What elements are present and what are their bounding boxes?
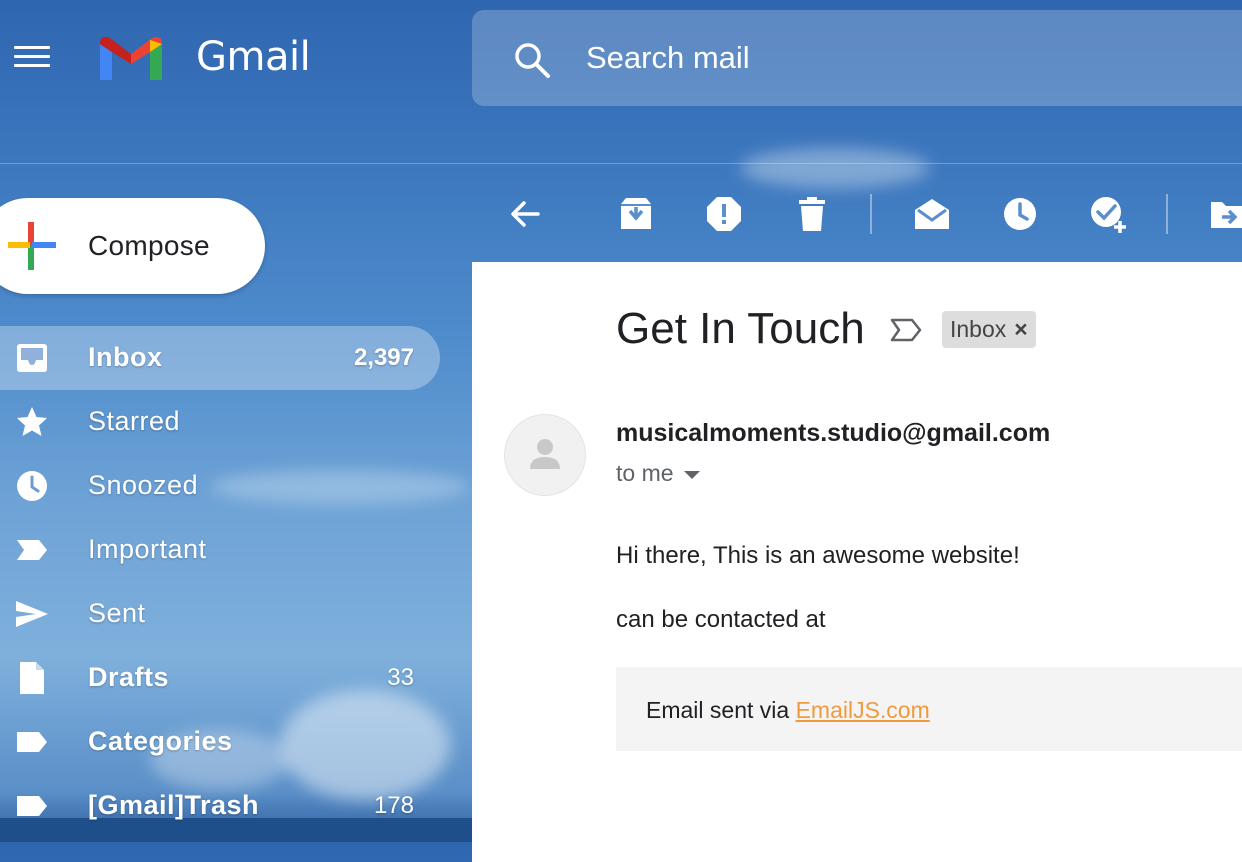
snooze-icon[interactable] <box>1000 194 1040 234</box>
clock-icon <box>17 471 47 501</box>
sender-avatar[interactable] <box>504 414 586 496</box>
app-name: Gmail <box>196 34 311 80</box>
draft-count: 33 <box>387 664 414 691</box>
gmail-logo-icon <box>100 36 162 80</box>
sidebar-item-label: Drafts <box>88 662 170 692</box>
toolbar-divider <box>1166 194 1168 234</box>
message-view: Get In Touch Inbox × musicalmoments.studi… <box>472 262 1242 862</box>
search-input[interactable]: Search mail <box>586 40 750 76</box>
plus-icon <box>8 222 56 270</box>
sidebar-item-trash[interactable]: [Gmail]Trash 178 <box>0 774 472 838</box>
sidebar-item-inbox[interactable]: Inbox 2,397 <box>0 326 440 390</box>
sidebar-item-drafts[interactable]: Drafts 33 <box>0 646 472 710</box>
delete-icon[interactable] <box>792 194 832 234</box>
sidebar-item-label: [Gmail]Trash <box>88 790 260 820</box>
recipient-text: to me <box>616 460 674 486</box>
sidebar-item-sent[interactable]: Sent <box>0 582 472 646</box>
search-bar[interactable]: Search mail <box>472 10 1242 106</box>
add-to-tasks-icon[interactable] <box>1088 194 1128 234</box>
mark-unread-icon[interactable] <box>912 194 952 234</box>
move-to-icon[interactable] <box>1208 194 1242 234</box>
important-marker-icon[interactable] <box>890 318 922 342</box>
message-body-line: Hi there, This is an awesome website! <box>616 542 1020 569</box>
sidebar-item-categories[interactable]: Categories <box>0 710 472 774</box>
recipient-details-toggle[interactable]: to me <box>616 460 700 487</box>
sidebar-item-starred[interactable]: Starred <box>0 390 472 454</box>
compose-label: Compose <box>88 230 210 261</box>
remove-label-icon[interactable]: × <box>1014 311 1027 348</box>
sender-email: musicalmoments.studio@gmail.com <box>616 419 1051 447</box>
message-body-line: can be contacted at <box>616 606 826 633</box>
send-icon <box>16 601 48 627</box>
emailjs-link[interactable]: EmailJS.com <box>796 697 930 723</box>
sidebar-item-important[interactable]: Important <box>0 518 472 582</box>
sidebar-item-label: Sent <box>88 598 146 628</box>
report-spam-icon[interactable] <box>704 194 744 234</box>
draft-icon <box>20 662 44 694</box>
sidebar-item-snoozed[interactable]: Snoozed <box>0 454 472 518</box>
toolbar-divider <box>870 194 872 234</box>
header-divider <box>0 163 1242 164</box>
label-icon <box>17 796 47 816</box>
search-icon <box>515 43 550 78</box>
sidebar-item-label: Snoozed <box>88 470 199 500</box>
message-footer: Email sent via EmailJS.com <box>616 667 1242 751</box>
unread-count: 2,397 <box>353 344 414 371</box>
label-chip-inbox: Inbox × <box>942 311 1036 348</box>
star-icon <box>17 407 47 436</box>
archive-icon[interactable] <box>616 194 656 234</box>
label-chip-text: Inbox <box>950 316 1007 342</box>
hamburger-icon <box>14 46 50 49</box>
inbox-icon <box>17 344 47 372</box>
sidebar-item-label: Important <box>88 534 207 564</box>
sidebar-item-label: Starred <box>88 406 181 436</box>
footer-prefix: Email sent via <box>646 697 796 723</box>
sidebar-nav: Inbox 2,397 Starred Snoozed Important Se… <box>0 326 472 838</box>
back-arrow-icon[interactable] <box>506 194 546 234</box>
main-menu-button[interactable] <box>14 46 50 72</box>
chevron-down-icon <box>683 470 700 479</box>
footer-text: Email sent via EmailJS.com <box>646 697 930 724</box>
compose-button[interactable]: Compose <box>0 198 265 294</box>
message-toolbar <box>472 170 1242 260</box>
sidebar-item-label: Categories <box>88 726 233 756</box>
important-icon <box>17 540 47 560</box>
label-icon <box>17 732 47 752</box>
sidebar-item-label: Inbox <box>88 342 163 372</box>
trash-count: 178 <box>373 792 414 819</box>
message-subject: Get In Touch <box>616 304 865 353</box>
